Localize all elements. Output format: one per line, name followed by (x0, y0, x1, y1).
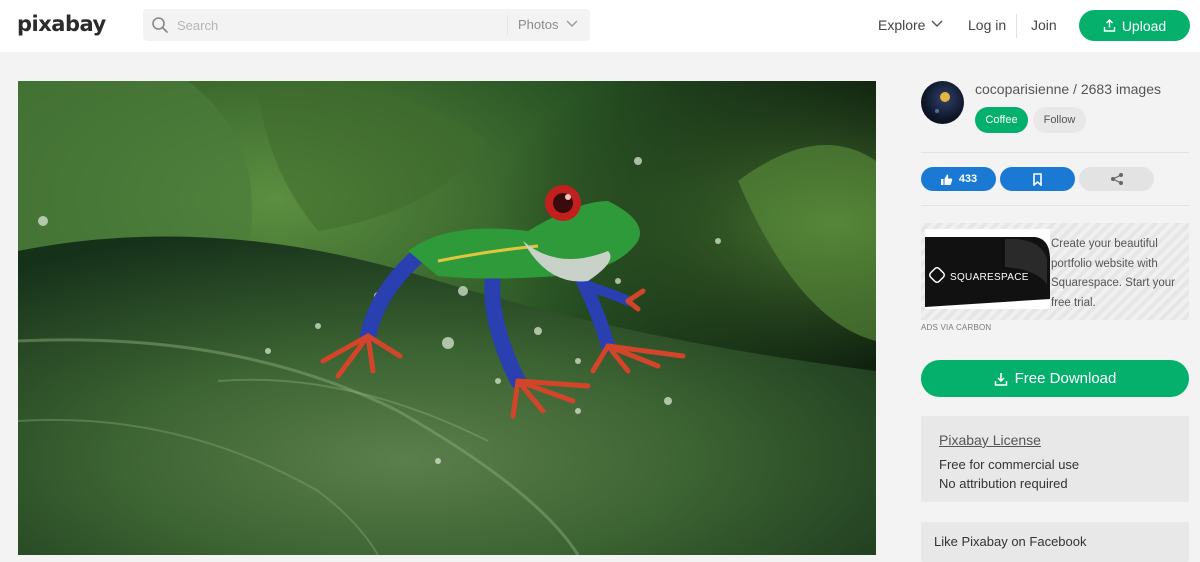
license-box: Pixabay License Free for commercial use … (921, 416, 1189, 502)
ad-brand: SQUARESPACE (950, 272, 1029, 283)
like-button[interactable]: 433 (921, 167, 996, 191)
free-download-button[interactable]: Free Download (921, 360, 1189, 397)
pixabay-logo[interactable]: pixabay (17, 12, 106, 36)
chevron-down-icon[interactable] (566, 20, 578, 28)
author-name[interactable]: cocoparisienne / 2683 images (975, 81, 1161, 97)
photo-frog-on-leaf-icon (18, 81, 876, 555)
like-count: 433 (958, 173, 978, 185)
share-icon (1110, 173, 1123, 185)
ad-text[interactable]: Create your beautiful portfolio website … (1051, 235, 1186, 313)
follow-button[interactable]: Follow (1033, 107, 1086, 133)
search-input[interactable] (177, 9, 507, 41)
license-link[interactable]: Pixabay License (939, 432, 1041, 448)
nav-join[interactable]: Join (1031, 17, 1057, 33)
download-icon (994, 372, 1007, 386)
upload-icon (1103, 19, 1116, 32)
nav-divider (1016, 14, 1017, 38)
main-photo[interactable] (18, 81, 876, 555)
ad-image[interactable]: SQUARESPACE (925, 229, 1050, 309)
divider (921, 205, 1189, 206)
thumbs-up-icon (940, 174, 952, 185)
bookmark-icon (1033, 172, 1042, 186)
coffee-button[interactable]: Coffee (975, 107, 1028, 133)
author-avatar[interactable] (921, 81, 964, 124)
search-divider (507, 15, 508, 35)
upload-button[interactable]: Upload (1079, 10, 1190, 41)
upload-label: Upload (1121, 17, 1167, 34)
share-button[interactable] (1079, 167, 1154, 191)
moon-icon (935, 92, 950, 113)
top-header: pixabay Photos Explore Log in Join Uploa… (0, 0, 1200, 52)
carbon-ad[interactable]: SQUARESPACE Create your beautiful portfo… (921, 223, 1189, 332)
search-type-select[interactable]: Photos (518, 17, 558, 32)
nav-login[interactable]: Log in (968, 17, 1006, 33)
download-label: Free Download (1014, 370, 1117, 387)
facebook-text: Like Pixabay on Facebook (934, 534, 1087, 549)
squarespace-ad-image: SQUARESPACE (925, 229, 1050, 309)
save-button[interactable] (1000, 167, 1075, 191)
facebook-box[interactable]: Like Pixabay on Facebook (921, 522, 1189, 562)
license-line-attribution: No attribution required (939, 476, 1068, 491)
nav-explore[interactable]: Explore (878, 17, 925, 33)
chevron-down-icon[interactable] (931, 20, 943, 28)
search-icon[interactable] (151, 16, 169, 34)
ad-attribution[interactable]: ADS VIA CARBON (921, 323, 991, 332)
divider (921, 152, 1189, 153)
license-line-commercial: Free for commercial use (939, 457, 1080, 472)
search-bar: Photos (143, 9, 590, 41)
